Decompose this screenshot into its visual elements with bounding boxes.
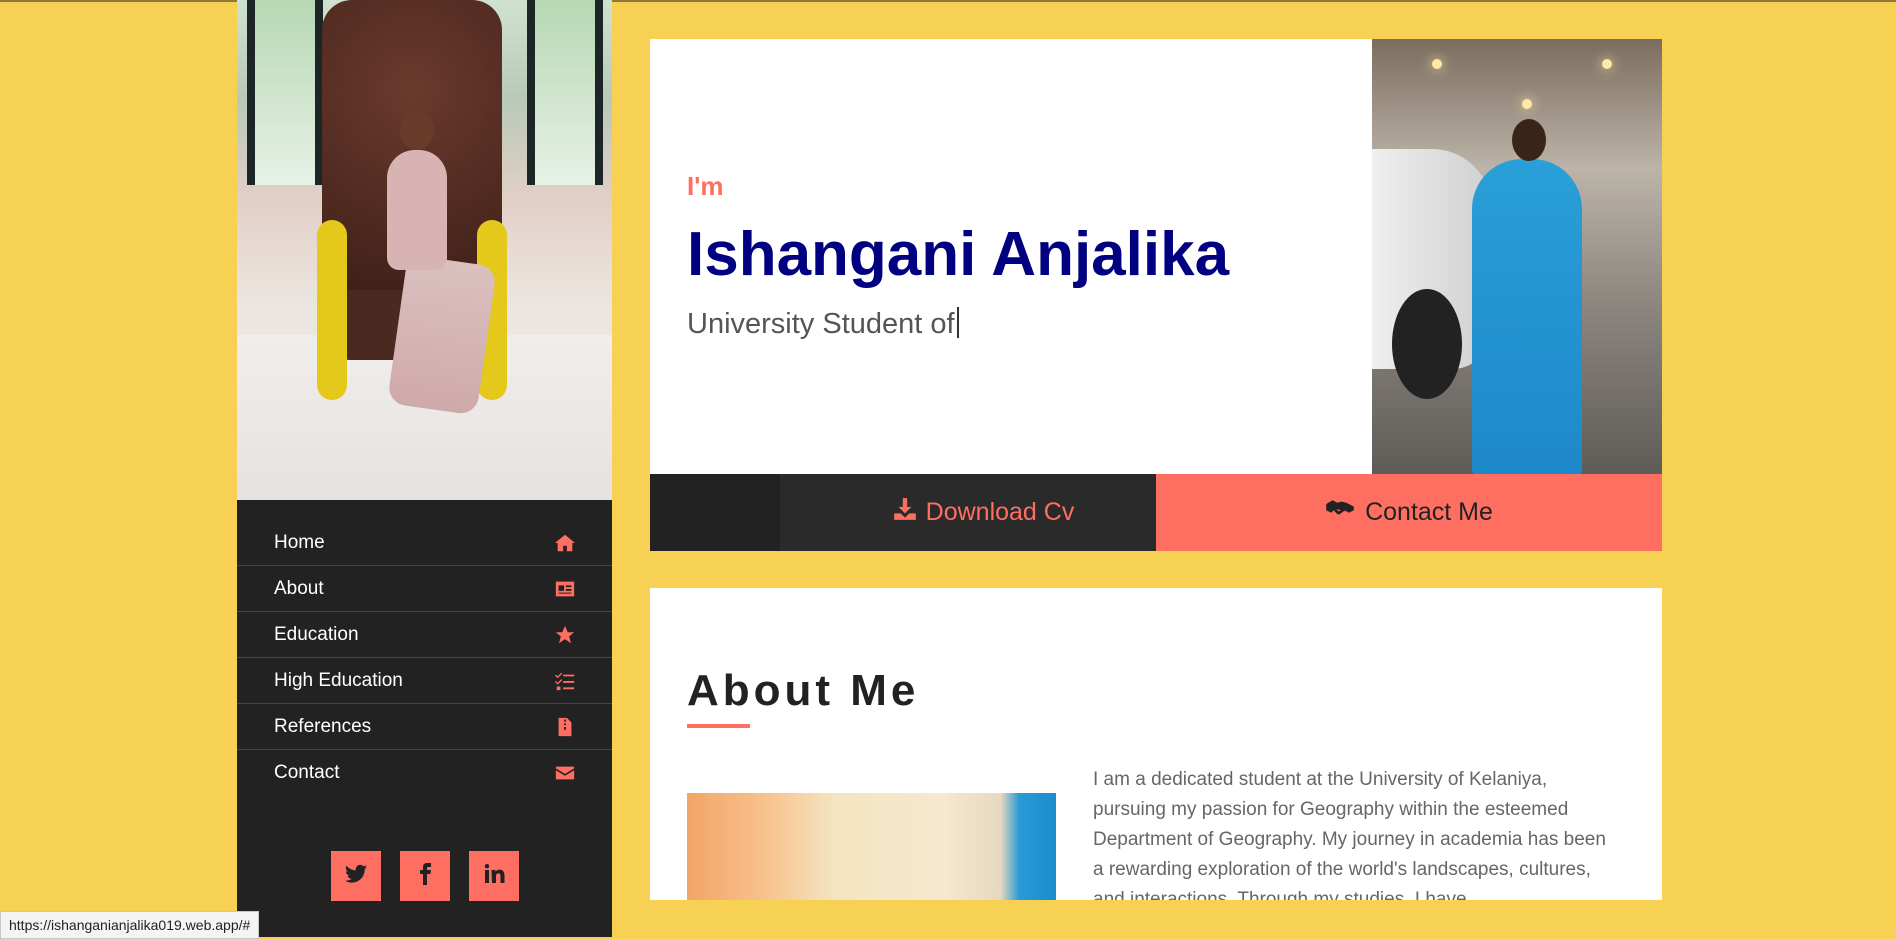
hero-role-text: University Student of (687, 308, 955, 340)
download-cv-button[interactable]: Download Cv (650, 474, 1156, 551)
status-url: https://ishanganianjalika019.web.app/# (9, 917, 251, 933)
nav-item-contact[interactable]: Contact (237, 750, 612, 795)
id-card-icon (554, 578, 576, 600)
twitter-icon (344, 862, 368, 891)
about-photo (687, 793, 1056, 900)
about-description: I am a dedicated student at the Universi… (1093, 769, 1606, 900)
tasks-icon (554, 670, 576, 692)
download-cv-label: Download Cv (925, 498, 1075, 526)
facebook-button[interactable] (400, 851, 450, 901)
photo-lamp (1432, 59, 1442, 69)
social-links (331, 851, 519, 901)
about-title-underline (687, 724, 750, 728)
nav-item-label: Education (274, 623, 359, 645)
nav-item-label: Contact (274, 761, 340, 783)
browser-status-bar: https://ishanganianjalika019.web.app/# (0, 911, 260, 939)
profile-photo (237, 0, 612, 500)
sidebar-nav: Home About Education High Education Refe… (237, 520, 612, 795)
nav-item-label: References (274, 715, 372, 737)
linkedin-icon (482, 862, 506, 891)
hero-photo (1372, 39, 1662, 474)
download-icon (892, 496, 918, 529)
photo-chair-arm (317, 220, 347, 400)
nav-item-label: High Education (274, 669, 403, 691)
photo-person (1512, 119, 1546, 161)
download-cv-content: Download Cv (892, 496, 1075, 529)
file-icon (554, 716, 576, 738)
hero-intro: I'm (687, 171, 724, 201)
photo-lamp (1602, 59, 1612, 69)
nav-item-home[interactable]: Home (237, 520, 612, 566)
nav-item-references[interactable]: References (237, 704, 612, 750)
nav-item-label: About (274, 577, 324, 599)
photo-lamp (1522, 99, 1532, 109)
photo-window (247, 0, 323, 185)
photo-person (387, 150, 447, 270)
nav-item-education[interactable]: Education (237, 612, 612, 658)
hero-section: I'm Ishangani Anjalika University Studen… (650, 39, 1662, 551)
contact-me-button[interactable]: Contact Me (1156, 474, 1662, 551)
nav-item-label: Home (274, 531, 325, 553)
hero-role: University Student of (687, 307, 959, 341)
photo-person (1472, 159, 1582, 474)
facebook-icon (413, 862, 437, 891)
nav-item-high-education[interactable]: High Education (237, 658, 612, 704)
twitter-button[interactable] (331, 851, 381, 901)
star-icon (554, 624, 576, 646)
about-title: About Me (687, 666, 920, 715)
photo-person (400, 110, 434, 150)
about-section: About Me I am a dedicated student at the… (650, 588, 1662, 900)
typing-cursor (956, 307, 959, 338)
nav-item-about[interactable]: About (237, 566, 612, 612)
photo-car-wheel (1392, 289, 1462, 399)
handshake-icon (1325, 494, 1355, 531)
hero-name: Ishangani Anjalika (687, 220, 1230, 289)
photo-window (527, 0, 603, 185)
home-icon (554, 532, 576, 554)
envelope-icon (554, 762, 576, 784)
hero-text-panel: I'm Ishangani Anjalika University Studen… (650, 39, 1372, 474)
contact-me-label: Contact Me (1365, 498, 1493, 526)
sidebar: Home About Education High Education Refe… (237, 0, 612, 937)
linkedin-button[interactable] (469, 851, 519, 901)
